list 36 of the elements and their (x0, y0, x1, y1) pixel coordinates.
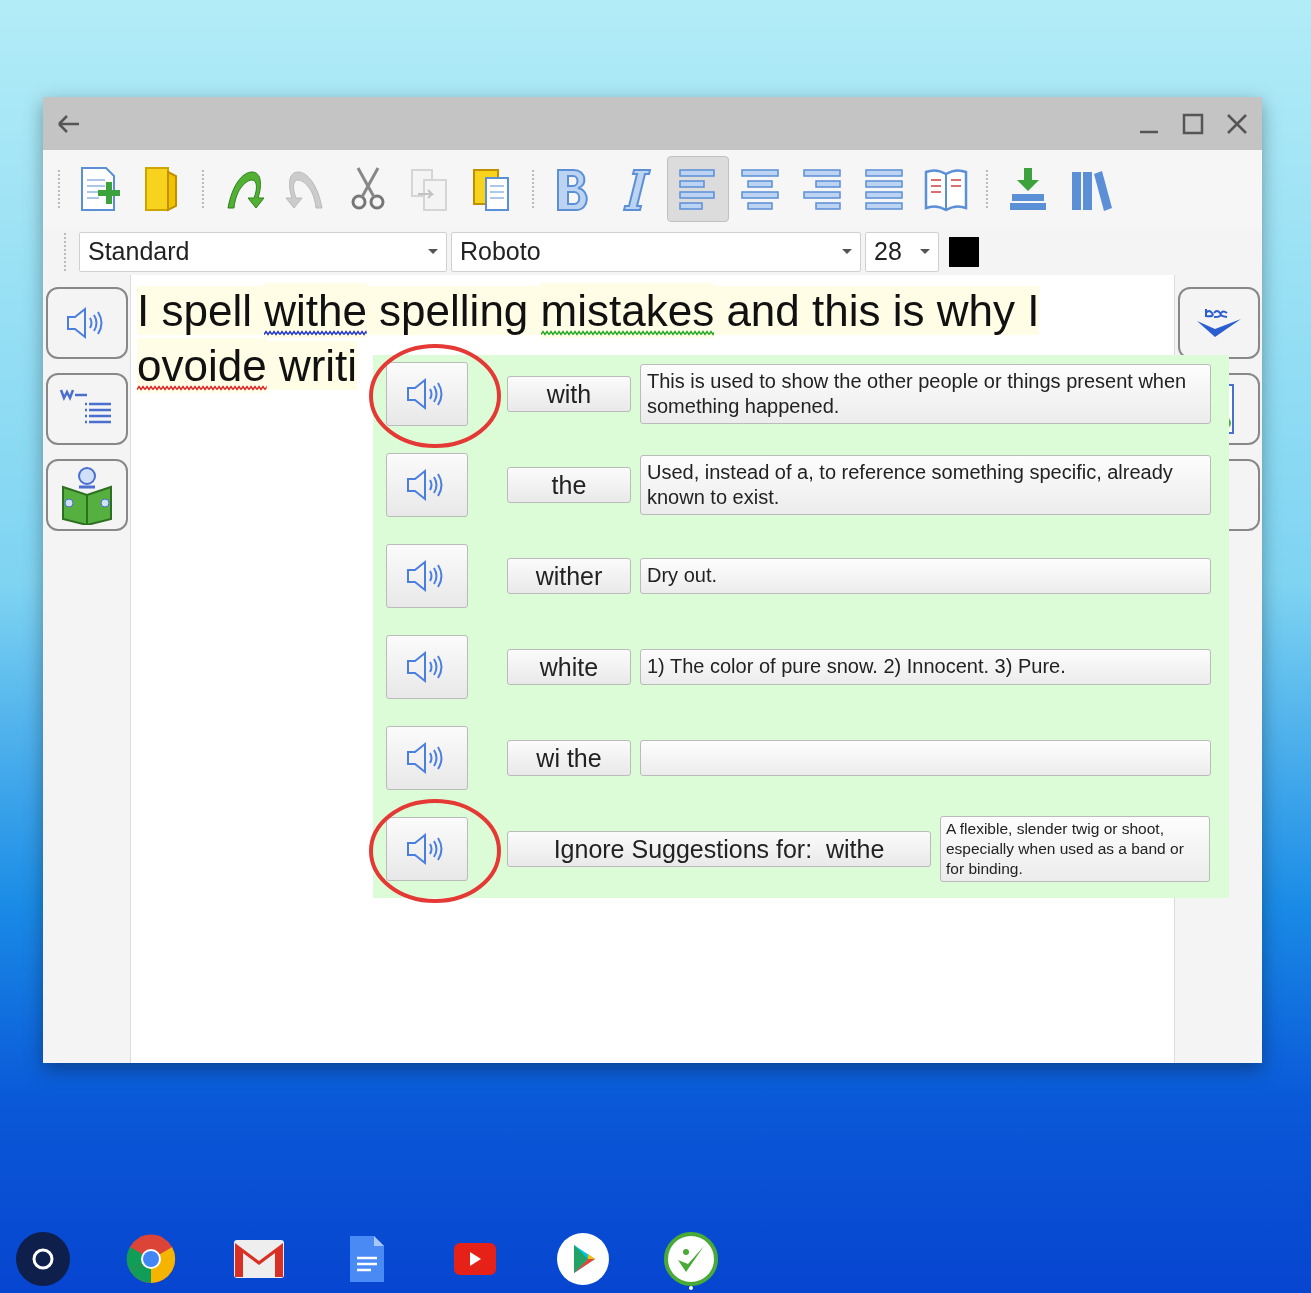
close-icon[interactable] (1226, 112, 1248, 135)
speak-button[interactable] (386, 362, 468, 426)
ignore-button[interactable]: Ignore Suggestions for: withe (507, 831, 931, 867)
size-dropdown[interactable]: 28 (865, 231, 939, 272)
suggestion-button[interactable]: white (507, 649, 631, 685)
color-swatch[interactable] (949, 236, 979, 267)
suggestion-button[interactable]: with (507, 376, 631, 412)
suggestion-button[interactable]: the (507, 467, 631, 503)
play-store-icon[interactable] (557, 1233, 609, 1285)
speak-button[interactable] (386, 817, 468, 881)
launcher-icon[interactable] (16, 1232, 70, 1286)
back-icon[interactable] (57, 113, 81, 134)
checkmark-app-icon[interactable] (664, 1232, 718, 1286)
document-app-icon[interactable] (348, 1234, 386, 1284)
sidebar-button[interactable] (45, 459, 128, 531)
definition-box: A flexible, slender twig or shoot, especially when used as a band or for binding. (940, 816, 1210, 882)
speak-button[interactable] (386, 635, 468, 699)
sidebar-button[interactable] (45, 373, 128, 445)
video-play-icon[interactable] (454, 1243, 496, 1275)
definition-box: This is used to show the other people or things present when something happened. (640, 364, 1211, 424)
suggestion-button[interactable]: wither (507, 558, 631, 594)
maximize-icon[interactable] (1182, 112, 1204, 135)
speak-button[interactable] (386, 544, 468, 608)
mail-icon[interactable] (233, 1239, 285, 1279)
sidebar-button[interactable] (45, 287, 128, 359)
definition-box: Dry out. (640, 558, 1211, 594)
speak-button[interactable] (386, 453, 468, 517)
definition-box: 1) The color of pure snow. 2) Innocent. 3) Pure. (640, 649, 1211, 685)
speak-button[interactable] (386, 726, 468, 790)
sidebar-button[interactable] (1177, 287, 1260, 359)
suggestion-button[interactable]: wi the (507, 740, 631, 776)
definition-box: Used, instead of a, to reference something specific, already known to exist. (640, 455, 1211, 515)
style-dropdown[interactable]: Standard (79, 231, 447, 272)
toolbar-button[interactable] (667, 156, 729, 222)
browser-icon[interactable] (126, 1234, 176, 1284)
font-dropdown[interactable]: Roboto (451, 231, 861, 272)
